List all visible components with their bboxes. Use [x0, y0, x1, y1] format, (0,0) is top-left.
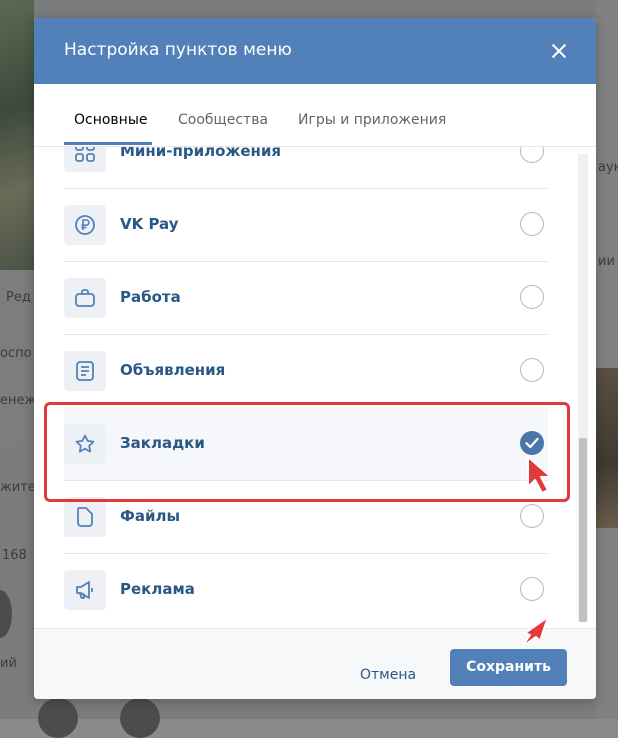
list-item[interactable]: Файлы [64, 480, 548, 554]
list-item[interactable]: Объявления [64, 334, 548, 408]
apps-icon [64, 147, 106, 172]
check-icon [525, 437, 539, 449]
background-text: ий [0, 656, 17, 671]
save-button[interactable]: Сохранить [450, 649, 567, 686]
list-item[interactable]: Закладки [64, 407, 548, 481]
list-item-label: Работа [120, 288, 181, 306]
tab-games-apps[interactable]: Игры и приложения [298, 112, 446, 128]
item-toggle[interactable] [520, 285, 544, 309]
background-text: аую [598, 160, 618, 175]
item-toggle[interactable] [520, 504, 544, 528]
item-toggle[interactable] [520, 147, 544, 163]
background-text: жите [0, 480, 36, 495]
list-item[interactable]: VK Pay [64, 188, 548, 262]
list-item-label: Закладки [120, 434, 205, 452]
tab-bar: Основные Сообщества Игры и приложения [34, 84, 596, 147]
tab-main[interactable]: Основные [74, 112, 148, 128]
list-item[interactable]: Реклама [64, 553, 548, 626]
background-avatar [120, 698, 160, 738]
list-item[interactable]: Работа [64, 261, 548, 335]
list-item-label: Файлы [120, 507, 181, 525]
menu-items-list: Мини-приложения VK Pay Работа Объявления… [34, 147, 596, 628]
list-item-label: VK Pay [120, 215, 179, 233]
cancel-button[interactable]: Отмена [360, 667, 416, 683]
background-text: енеж [0, 393, 37, 408]
background-text: 168 [2, 548, 27, 563]
background-text: Ред [6, 290, 31, 305]
menu-settings-modal: Настройка пунктов меню Основные Сообщест… [34, 18, 596, 699]
item-toggle-checked[interactable] [520, 431, 544, 455]
background-photo [0, 0, 34, 270]
list-item-label: Объявления [120, 361, 226, 379]
modal-footer: Отмена Сохранить [34, 628, 596, 699]
megaphone-icon [64, 570, 106, 610]
item-toggle[interactable] [520, 358, 544, 382]
background-right-column [596, 0, 618, 719]
briefcase-icon [64, 278, 106, 318]
list-item-label: Мини-приложения [120, 147, 282, 160]
item-toggle[interactable] [520, 212, 544, 236]
background-text: оспо [0, 346, 32, 361]
background-avatar [38, 698, 78, 738]
ads-list-icon [64, 351, 106, 391]
file-icon [64, 497, 106, 537]
list-item-label: Реклама [120, 580, 195, 598]
background-photo [596, 368, 618, 528]
star-icon [64, 424, 106, 464]
list-item[interactable]: Мини-приложения [64, 147, 548, 189]
ruble-icon [64, 205, 106, 245]
tab-communities[interactable]: Сообщества [178, 112, 268, 128]
modal-header: Настройка пунктов меню [34, 18, 596, 84]
scrollbar-thumb[interactable] [579, 438, 587, 622]
close-icon[interactable] [544, 36, 574, 66]
background-avatar [0, 590, 12, 638]
background-text: ии [598, 254, 615, 269]
modal-title: Настройка пунктов меню [64, 40, 292, 60]
active-tab-indicator [64, 142, 152, 145]
item-toggle[interactable] [520, 577, 544, 601]
